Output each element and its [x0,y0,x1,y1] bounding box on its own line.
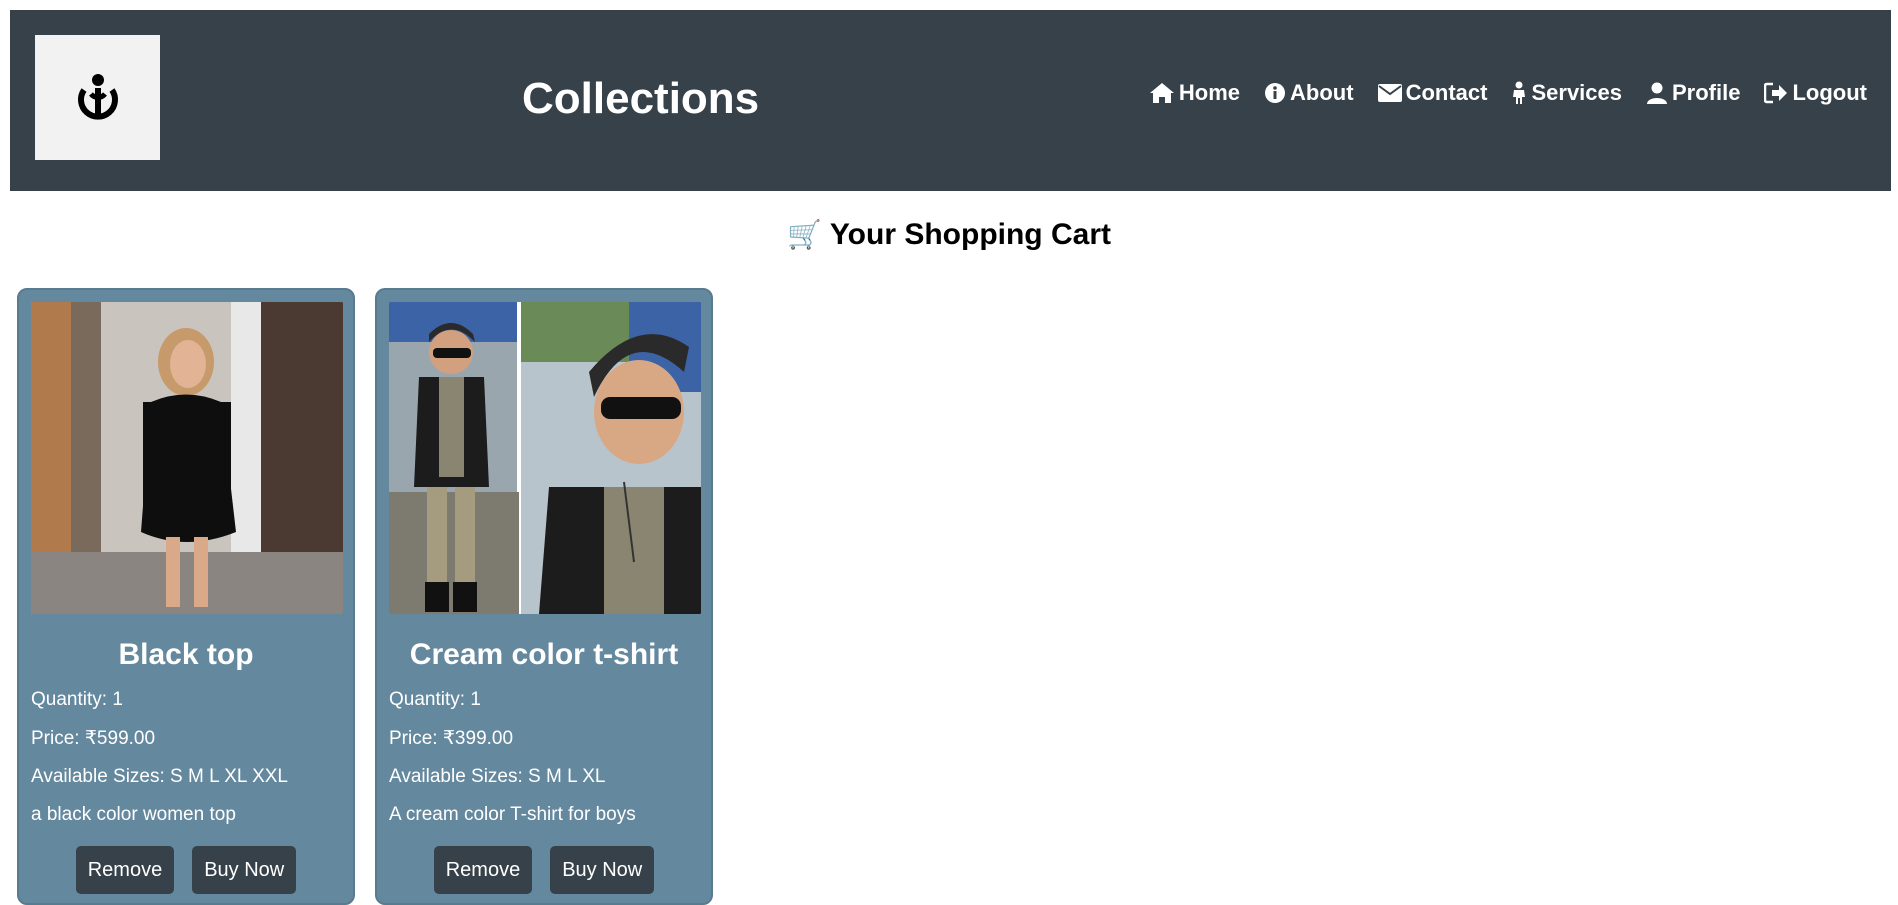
card-actions: Remove Buy Now [31,846,341,894]
remove-button[interactable]: Remove [433,846,533,894]
page-title: Collections [522,74,760,123]
sign-out-icon [1764,82,1788,104]
nav-profile[interactable]: Profile [1646,80,1740,106]
shopping-cart-icon: 🛒 [787,219,822,250]
product-name: Black top [118,638,254,671]
nav-profile-label: Profile [1672,80,1741,105]
cart-heading: 🛒 Your Shopping Cart [0,218,1898,252]
nav-about[interactable]: About [1264,80,1354,106]
product-quantity: Quantity: 1 [389,689,481,710]
nav-logout[interactable]: Logout [1764,80,1867,106]
product-image-black-top [31,302,343,614]
buy-now-button[interactable]: Buy Now [550,846,655,894]
user-icon [1647,82,1667,104]
wikimedia-logo-icon [77,73,118,120]
envelope-icon [1377,84,1402,102]
cart-heading-text: Your Shopping Cart [829,218,1111,251]
site-logo[interactable] [35,35,160,160]
remove-button[interactable]: Remove [75,846,175,894]
nav-logout-label: Logout [1792,80,1867,105]
product-price: Price: ₹399.00 [389,728,514,749]
nav-home[interactable]: Home [1149,80,1240,106]
nav-home-label: Home [1178,80,1241,105]
nav-contact[interactable]: Contact [1377,80,1488,106]
cart-item-card: Black top Quantity: 1 Price: ₹599.00 Ava… [17,288,355,905]
site-header: Collections Home About Contact Services … [10,10,1891,191]
product-quantity: Quantity: 1 [31,689,123,710]
product-description: A cream color T-shirt for boys [389,804,636,825]
nav-contact-label: Contact [1405,80,1488,105]
product-price: Price: ₹599.00 [31,728,156,749]
product-sizes: Available Sizes: S M L XL XXL [31,766,288,787]
main-nav: Home About Contact Services Profile Logo… [1149,80,1867,106]
cart-items: Black top Quantity: 1 Price: ₹599.00 Ava… [17,288,713,905]
buy-now-button[interactable]: Buy Now [192,846,297,894]
card-actions: Remove Buy Now [389,846,699,894]
nav-services[interactable]: Services [1511,80,1622,106]
product-description: a black color women top [31,804,236,825]
product-sizes: Available Sizes: S M L XL [389,766,606,787]
home-icon [1149,83,1174,103]
nav-services-label: Services [1531,80,1622,105]
product-image-cream-tshirt [389,302,701,614]
info-icon [1265,83,1286,103]
cart-item-card: Cream color t-shirt Quantity: 1 Price: ₹… [375,288,713,905]
product-name: Cream color t-shirt [409,638,679,671]
nav-about-label: About [1290,80,1354,105]
child-icon [1513,81,1526,104]
